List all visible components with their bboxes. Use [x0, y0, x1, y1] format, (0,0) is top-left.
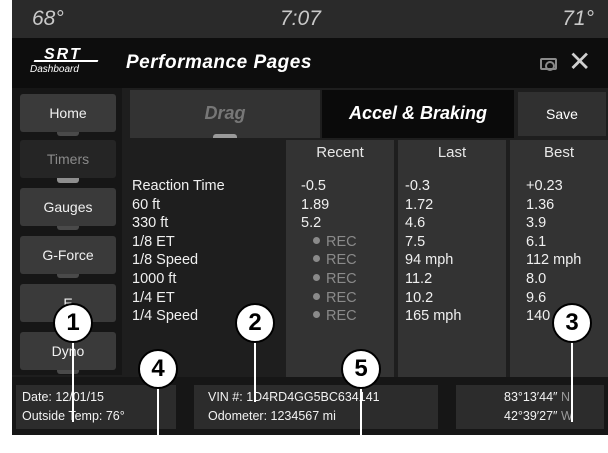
- last-header: Last: [437, 144, 467, 161]
- best-value: 6.1: [526, 233, 547, 250]
- sidebar-item-timers[interactable]: Timers: [20, 140, 116, 183]
- odometer-label: Odometer: 1234567 mi: [208, 409, 336, 423]
- row-label: 1/4 Speed: [132, 308, 199, 325]
- header: SRT Dashboard Performance Pages ✕: [12, 38, 608, 88]
- recent-value: -0.5: [301, 178, 326, 194]
- rec-label: REC: [326, 271, 357, 287]
- sidebar-item-home[interactable]: Home: [20, 94, 116, 136]
- latitude-value: 83°13′44″: [504, 390, 558, 404]
- best-value: 8.0: [526, 271, 547, 287]
- row-label: 60 ft: [132, 196, 161, 213]
- recent-header: Recent: [316, 144, 364, 161]
- srt-dashboard-logo: SRT Dashboard: [22, 46, 108, 80]
- callout-5-leader: [360, 386, 362, 438]
- best-value: 3.9: [526, 215, 547, 232]
- best-value: 1.36: [526, 196, 555, 213]
- recent-value: REC: [313, 307, 357, 326]
- recording-dot-icon: [313, 236, 320, 244]
- recent-value: REC: [313, 233, 357, 252]
- last-value: 4.6: [405, 215, 426, 232]
- recent-value: 5.2: [301, 215, 322, 232]
- close-icon[interactable]: ✕: [568, 48, 591, 76]
- left-temperature: 68°: [32, 7, 64, 30]
- callout-2: 2: [235, 303, 275, 343]
- row-label: 1/8 Speed: [132, 252, 199, 269]
- callout-1-leader: [72, 342, 74, 422]
- recording-dot-icon: [313, 255, 320, 263]
- row-label: 1/4 ET: [132, 289, 175, 306]
- footer: Date: 12/01/15 Outside Temp: 76° VIN #: …: [12, 377, 608, 435]
- callout-3-leader: [571, 342, 573, 422]
- latitude-direction: N: [560, 390, 570, 404]
- latitude: 83°13′44″ N: [504, 388, 570, 407]
- vin-label: VIN #: 1D4RD4GG5BC634141: [208, 390, 380, 404]
- recent-value: REC: [313, 251, 357, 270]
- row-label: 330 ft: [132, 215, 169, 232]
- recent-value: REC: [313, 289, 357, 308]
- tab-accel-braking[interactable]: Accel & Braking: [322, 90, 514, 138]
- camera-icon[interactable]: [540, 58, 557, 71]
- row-label: 1000 ft: [132, 271, 177, 287]
- callout-4-leader: [157, 386, 159, 438]
- callout-4: 4: [138, 349, 178, 389]
- rec-label: REC: [326, 308, 357, 325]
- display-panel: 68° 7:07 71° SRT Dashboard Performance P…: [12, 0, 608, 435]
- screen: 68° 7:07 71° SRT Dashboard Performance P…: [0, 0, 608, 453]
- right-temperature: 71°: [562, 7, 594, 30]
- row-label: Reaction Time: [132, 178, 225, 194]
- callout-5: 5: [341, 349, 381, 389]
- best-value: +0.23: [526, 178, 563, 194]
- callout-1: 1: [53, 303, 93, 343]
- sidebar-item-g-force[interactable]: G-Force: [20, 236, 116, 278]
- row-label: 1/8 ET: [132, 233, 175, 250]
- logo-bar: [33, 60, 99, 62]
- tab-drag[interactable]: Drag: [130, 90, 320, 138]
- status-bar: 68° 7:07 71°: [12, 0, 608, 38]
- date-label: Date: 12/01/15: [22, 390, 105, 404]
- longitude: 42°39′27″ W: [504, 407, 573, 426]
- last-value: 94 mph: [405, 252, 454, 269]
- last-value: 1.72: [405, 196, 434, 213]
- last-value: 11.2: [405, 271, 433, 287]
- logo-dashboard-text: Dashboard: [30, 64, 79, 75]
- recent-value: REC: [313, 270, 357, 289]
- save-button[interactable]: Save: [518, 92, 606, 136]
- sidebar-item-gauges[interactable]: Gauges: [20, 188, 116, 230]
- recording-dot-icon: [313, 274, 320, 281]
- callout-3: 3: [552, 303, 592, 343]
- recording-dot-icon: [313, 292, 320, 300]
- rec-label: REC: [326, 233, 357, 250]
- rec-label: REC: [326, 252, 357, 269]
- last-value: 10.2: [405, 289, 434, 306]
- rec-label: REC: [326, 289, 357, 306]
- recent-value: 1.89: [301, 196, 330, 213]
- best-value: 112 mph: [526, 252, 582, 269]
- callout-2-leader: [254, 342, 256, 402]
- last-value: 165 mph: [405, 308, 462, 325]
- recording-dot-icon: [313, 311, 320, 319]
- best-header: Best: [543, 144, 574, 161]
- last-value: -0.3: [405, 178, 430, 194]
- last-value: 7.5: [405, 233, 426, 250]
- best-value: 9.6: [526, 289, 547, 306]
- page-title: Performance Pages: [126, 52, 312, 73]
- longitude-value: 42°39′27″: [504, 409, 558, 423]
- clock: 7:07: [280, 7, 321, 30]
